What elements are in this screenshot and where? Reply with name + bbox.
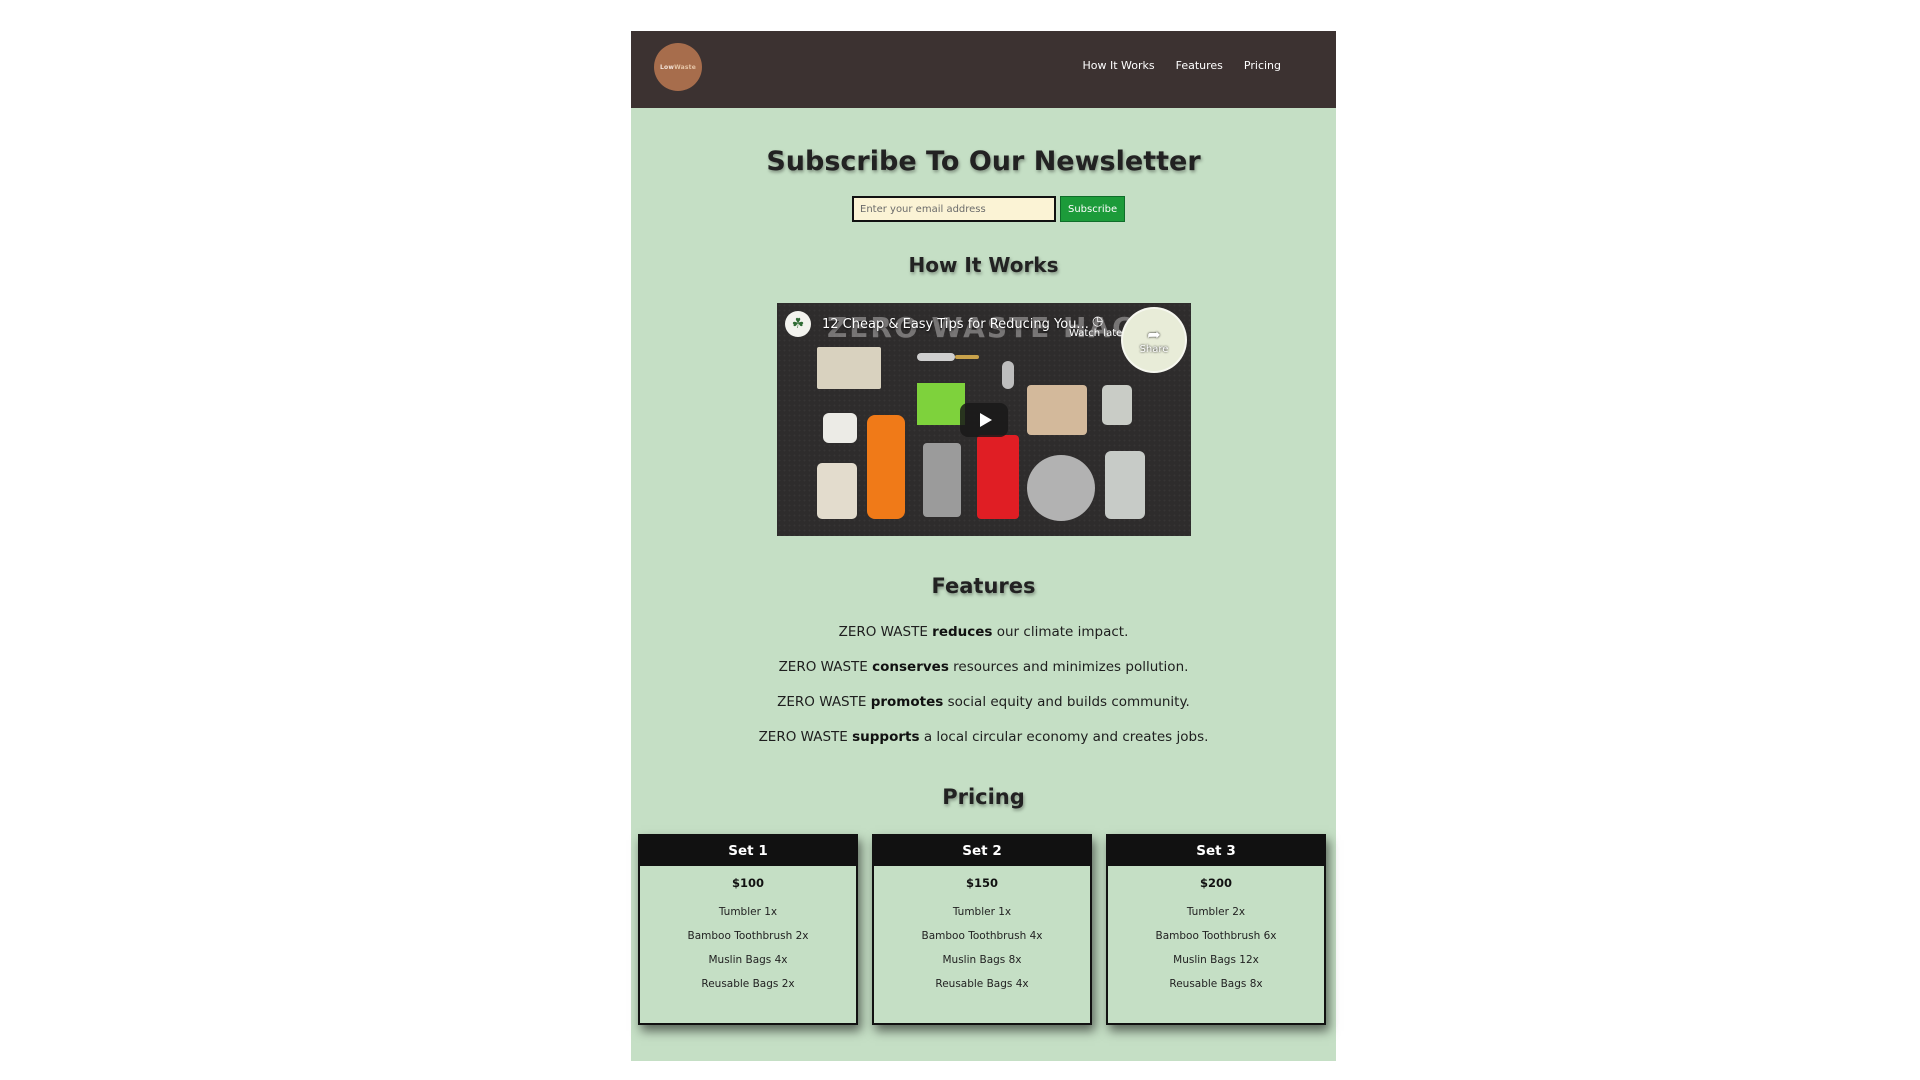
landing-page: Low Waste How It Works Features Pricing S… — [631, 31, 1336, 1061]
beeswax-wrap-image — [817, 347, 881, 389]
feature-prefix: ZERO WASTE — [838, 624, 933, 640]
newsletter-form: Subscribe — [852, 196, 1126, 222]
steel-tumbler-image — [923, 443, 961, 517]
pricing-card-set-2[interactable]: Set 2 $150 Tumbler 1x Bamboo Toothbrush … — [872, 834, 1092, 1025]
card-title: Set 1 — [640, 836, 856, 866]
card-price: $200 — [1199, 876, 1232, 890]
pricing-card-set-1[interactable]: Set 1 $100 Tumbler 1x Bamboo Toothbrush … — [638, 834, 858, 1025]
share-button[interactable]: ➦ Share — [1121, 307, 1187, 373]
pouch-bag-image — [817, 463, 857, 519]
how-it-works-title: How It Works — [908, 253, 1059, 277]
card-item: Muslin Bags 4x — [708, 954, 788, 966]
feature-suffix: resources and minimizes pollution. — [948, 659, 1189, 675]
white-container-image — [823, 413, 857, 443]
watch-later-button[interactable]: ◷ Watch later — [1069, 315, 1126, 339]
feature-keyword: promotes — [870, 694, 944, 710]
share-arrow-icon: ➦ — [1147, 325, 1161, 344]
card-item: Muslin Bags 12x — [1173, 954, 1259, 966]
main-nav: How It Works Features Pricing — [1082, 59, 1281, 72]
play-icon — [979, 413, 992, 427]
card-price: $150 — [965, 876, 998, 890]
logo-text-waste: Waste — [674, 63, 697, 71]
subscribe-button[interactable]: Subscribe — [1060, 196, 1126, 222]
share-label: Share — [1139, 344, 1169, 355]
orange-bottle-image — [867, 415, 905, 519]
site-header: Low Waste How It Works Features Pricing — [631, 31, 1336, 108]
nav-link-features[interactable]: Features — [1176, 59, 1223, 72]
feature-suffix: social equity and builds community. — [943, 694, 1190, 710]
feature-prefix: ZERO WASTE — [758, 729, 853, 745]
feature-prefix: ZERO WASTE — [777, 694, 871, 710]
feature-suffix: our climate impact. — [992, 624, 1129, 640]
channel-avatar-icon[interactable]: ☘ — [785, 311, 811, 337]
newsletter-title: Subscribe To Our Newsletter — [766, 146, 1201, 177]
green-cloth-image — [917, 383, 965, 425]
strainer-image — [1002, 361, 1014, 389]
feature-suffix: a local circular economy and creates job… — [919, 729, 1209, 745]
card-item: Bamboo Toothbrush 2x — [687, 930, 809, 942]
pricing-card-set-3[interactable]: Set 3 $200 Tumbler 2x Bamboo Toothbrush … — [1106, 834, 1326, 1025]
lunch-tin-image — [1027, 455, 1095, 521]
nav-link-how-it-works[interactable]: How It Works — [1082, 59, 1154, 72]
video-title[interactable]: 12 Cheap & Easy Tips for Reducing You... — [822, 317, 1089, 332]
card-item: Bamboo Toothbrush 6x — [1155, 930, 1277, 942]
cutlery-image — [917, 353, 955, 361]
card-item: Tumbler 1x — [718, 906, 778, 918]
mason-jar-image — [1105, 451, 1145, 519]
feature-item: ZERO WASTE promotes social equity and bu… — [631, 693, 1336, 712]
cotton-bag-image — [1027, 385, 1087, 435]
clock-icon: ◷ — [1092, 314, 1104, 329]
video-player[interactable]: ZERO WASTE HACKS ☘ 12 Cheap & Easy Tips … — [777, 303, 1191, 536]
feature-keyword: conserves — [872, 659, 949, 675]
feature-item: ZERO WASTE conserves resources and minim… — [631, 658, 1336, 677]
card-item: Tumbler 2x — [1186, 906, 1246, 918]
card-item: Muslin Bags 8x — [942, 954, 1022, 966]
card-title: Set 2 — [874, 836, 1090, 866]
feature-keyword: reduces — [932, 624, 993, 640]
logo[interactable]: Low Waste — [654, 43, 702, 91]
card-price: $100 — [731, 876, 764, 890]
email-input[interactable] — [852, 196, 1056, 222]
nav-link-pricing[interactable]: Pricing — [1244, 59, 1281, 72]
play-button[interactable] — [960, 403, 1008, 437]
cutlery-image-2 — [955, 355, 979, 359]
card-item: Reusable Bags 8x — [1169, 978, 1263, 990]
feature-prefix: ZERO WASTE — [778, 659, 873, 675]
feature-keyword: supports — [852, 729, 920, 745]
feature-item: ZERO WASTE reduces our climate impact. — [631, 623, 1336, 642]
pricing-title: Pricing — [942, 785, 1025, 809]
red-cloth-image — [977, 435, 1019, 519]
card-item: Tumbler 1x — [952, 906, 1012, 918]
feature-item: ZERO WASTE supports a local circular eco… — [631, 728, 1336, 747]
card-item: Reusable Bags 4x — [935, 978, 1029, 990]
pricing-cards: Set 1 $100 Tumbler 1x Bamboo Toothbrush … — [638, 834, 1326, 1025]
watch-later-label: Watch later — [1069, 328, 1127, 339]
logo-text-low: Low — [659, 63, 675, 71]
features-title: Features — [931, 574, 1036, 598]
features-list: ZERO WASTE reduces our climate impact. Z… — [631, 623, 1336, 763]
card-item: Bamboo Toothbrush 4x — [921, 930, 1043, 942]
small-jar-image — [1102, 385, 1132, 425]
card-item: Reusable Bags 2x — [701, 978, 795, 990]
card-title: Set 3 — [1108, 836, 1324, 866]
